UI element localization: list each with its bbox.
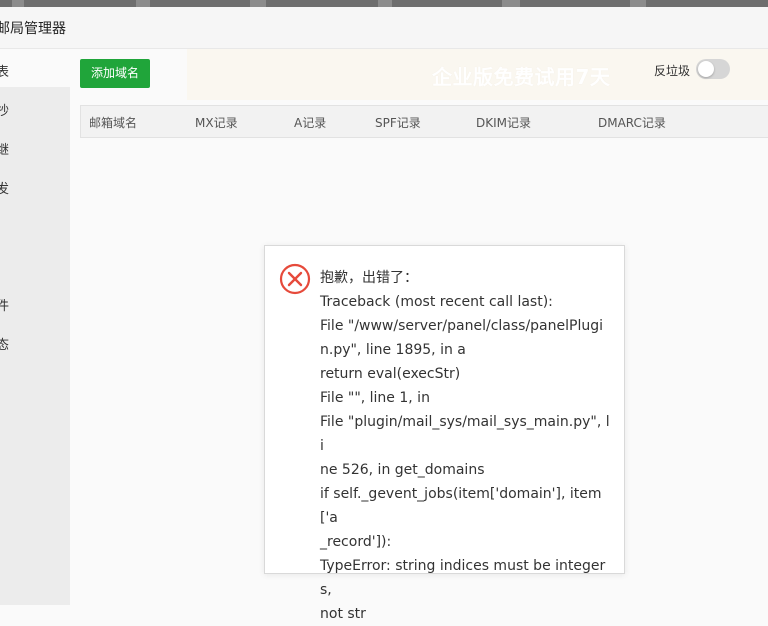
error-dialog: 抱歉，出错了： Traceback (most recent call last… xyxy=(264,245,625,622)
error-line: _record']): xyxy=(320,534,392,550)
column-header-mx[interactable]: MX记录 xyxy=(195,114,238,131)
column-header-a[interactable]: A记录 xyxy=(294,114,326,131)
column-header-dkim[interactable]: DKIM记录 xyxy=(476,114,531,131)
sidebar-item-domain-list[interactable]: 表 xyxy=(0,61,9,80)
error-line: File "/www/server/panel/class/panelPlugi xyxy=(320,318,603,334)
error-line: n.py", line 1895, in a xyxy=(320,342,466,358)
column-header-spf[interactable]: SPF记录 xyxy=(375,114,421,131)
error-line: TypeError: string indices must be intege… xyxy=(320,558,606,598)
sidebar-active-highlight xyxy=(0,49,70,87)
window-tab-stub[interactable] xyxy=(392,0,502,7)
error-line: Traceback (most recent call last): xyxy=(320,294,553,310)
window-tab-stub[interactable] xyxy=(24,0,136,7)
error-line: if self._gevent_jobs(item['domain'], ite… xyxy=(320,486,602,526)
window-title: 邮局管理器 xyxy=(0,21,66,37)
error-message: 抱歉，出错了： Traceback (most recent call last… xyxy=(320,266,610,626)
sidebar: 表 抄 继 发 件 态 xyxy=(0,49,70,605)
anti-spam-toggle[interactable] xyxy=(696,59,730,79)
window-tab-stub[interactable] xyxy=(646,0,768,7)
sidebar-item-cc[interactable]: 抄 xyxy=(0,100,9,119)
anti-spam-label: 反垃圾 xyxy=(654,64,691,78)
sidebar-item-relay[interactable]: 继 xyxy=(0,139,9,158)
sidebar-item-mail[interactable]: 件 xyxy=(0,295,9,314)
window-tab-stub[interactable] xyxy=(266,0,378,7)
window-tab-stub[interactable] xyxy=(520,0,630,7)
error-line: File "", line 1, in xyxy=(320,390,430,406)
error-line: 抱歉，出错了： xyxy=(320,270,418,286)
sidebar-item-status[interactable]: 态 xyxy=(0,334,9,353)
promo-text[interactable]: 企业版免费试用7天 xyxy=(432,61,610,90)
error-line: not str xyxy=(320,606,366,622)
sidebar-item-send[interactable]: 发 xyxy=(0,178,9,197)
toggle-knob xyxy=(698,61,714,77)
window-title-bar: 邮局管理器 xyxy=(0,7,768,49)
error-line: return eval(execStr) xyxy=(320,366,461,382)
window-top-strip xyxy=(0,0,768,7)
error-circle-x-icon xyxy=(279,263,311,295)
domain-table-header: 邮箱域名 MX记录 A记录 SPF记录 DKIM记录 DMARC记录 xyxy=(80,105,768,138)
error-line: File "plugin/mail_sys/mail_sys_main.py",… xyxy=(320,414,610,454)
add-domain-button[interactable]: 添加域名 xyxy=(80,59,150,88)
window-tab-stub[interactable] xyxy=(150,0,250,7)
window-tab-stub[interactable] xyxy=(0,0,12,7)
column-header-dmarc[interactable]: DMARC记录 xyxy=(598,114,666,131)
column-header-domain[interactable]: 邮箱域名 xyxy=(89,114,137,131)
error-line: ne 526, in get_domains xyxy=(320,462,485,478)
